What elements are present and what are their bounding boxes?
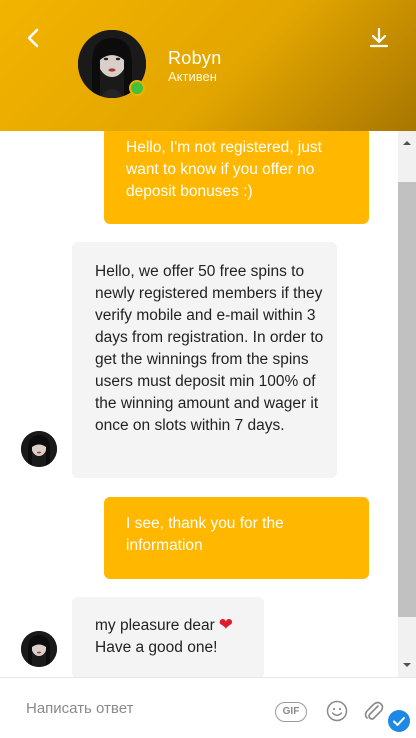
gif-button[interactable]: GIF — [275, 702, 307, 722]
chat-header: Robyn Активен — [0, 0, 416, 131]
message-text: I see, thank you for the information — [126, 515, 284, 554]
incoming-message: my pleasure dear ❤ Have a good one! — [72, 597, 264, 677]
scroll-up-arrow-icon[interactable] — [398, 137, 416, 149]
online-status-indicator — [129, 80, 145, 96]
message-line: Have a good one! — [95, 639, 218, 656]
agent-avatar-small — [21, 431, 57, 467]
message-text: my pleasure dear ❤ Have a good one! — [95, 614, 260, 659]
checkmark-icon[interactable] — [388, 710, 410, 732]
message-text: Hello, we offer 50 free spins to newly r… — [95, 263, 324, 434]
download-icon[interactable] — [367, 26, 391, 50]
message-list[interactable]: Hello, I'm not registered, just want to … — [0, 131, 398, 677]
paperclip-icon[interactable] — [362, 699, 384, 723]
message-composer: Написать ответ GIF — [0, 677, 416, 738]
message-line: my pleasure dear — [95, 617, 215, 634]
scrollbar-thumb[interactable] — [398, 182, 416, 617]
back-chevron-icon[interactable] — [22, 26, 46, 50]
heart-emoji-icon: ❤ — [218, 615, 234, 634]
incoming-message: Hello, we offer 50 free spins to newly r… — [72, 242, 337, 478]
outgoing-message: Hello, I'm not registered, just want to … — [104, 131, 369, 224]
outgoing-message: I see, thank you for the information — [104, 497, 369, 579]
chat-scrollbar[interactable] — [398, 131, 416, 677]
message-text: Hello, I'm not registered, just want to … — [126, 139, 322, 200]
reply-input[interactable]: Написать ответ — [26, 700, 133, 717]
agent-status: Активен — [168, 69, 217, 84]
smiley-icon[interactable] — [326, 700, 348, 722]
agent-name: Robyn — [168, 48, 222, 68]
scroll-down-arrow-icon[interactable] — [398, 659, 416, 671]
agent-avatar-small — [21, 631, 57, 667]
